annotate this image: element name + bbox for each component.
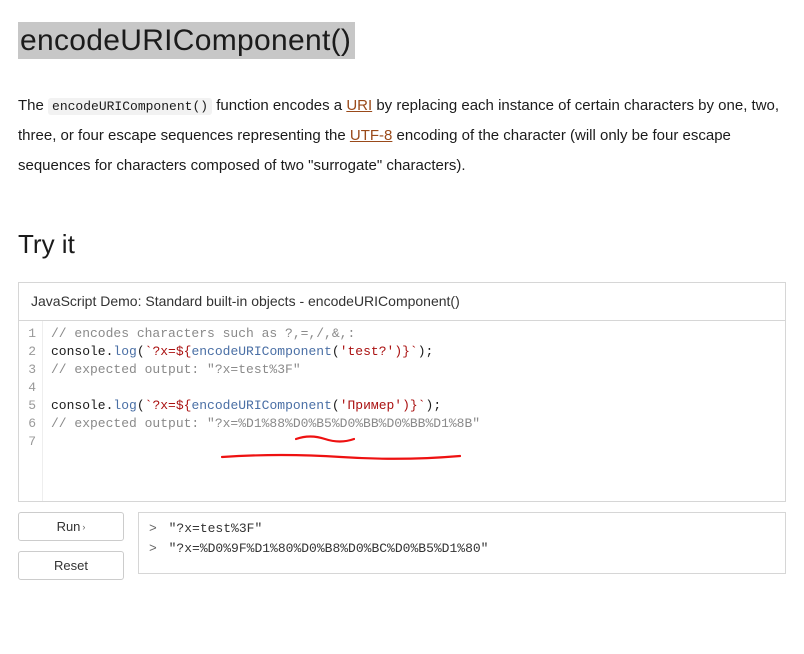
output-console: > "?x=test%3F" > "?x=%D0%9F%D1%80%D0%B8%… — [138, 512, 786, 574]
reset-button[interactable]: Reset — [18, 551, 124, 580]
description-paragraph: The encodeURIComponent() function encode… — [18, 91, 786, 181]
code-content[interactable]: // encodes characters such as ?,=,/,&,: … — [43, 321, 785, 501]
uri-link[interactable]: URI — [346, 97, 372, 114]
utf8-link[interactable]: UTF-8 — [350, 127, 393, 144]
run-button[interactable]: Run› — [18, 512, 124, 541]
inline-code: encodeURIComponent() — [48, 98, 212, 115]
demo-container: JavaScript Demo: Standard built-in objec… — [18, 282, 786, 502]
line-gutter: 1 2 3 4 5 6 7 — [19, 321, 43, 501]
output-line: > "?x=%D0%9F%D1%80%D0%B8%D0%BC%D0%B5%D1%… — [149, 539, 775, 559]
demo-title: JavaScript Demo: Standard built-in objec… — [19, 283, 785, 321]
code-editor[interactable]: 1 2 3 4 5 6 7 // encodes characters such… — [19, 321, 785, 501]
tryit-heading: Try it — [18, 225, 786, 264]
chevron-right-icon: › — [82, 522, 85, 532]
output-line: > "?x=test%3F" — [149, 519, 775, 539]
page-title: encodeURIComponent() — [18, 18, 786, 63]
